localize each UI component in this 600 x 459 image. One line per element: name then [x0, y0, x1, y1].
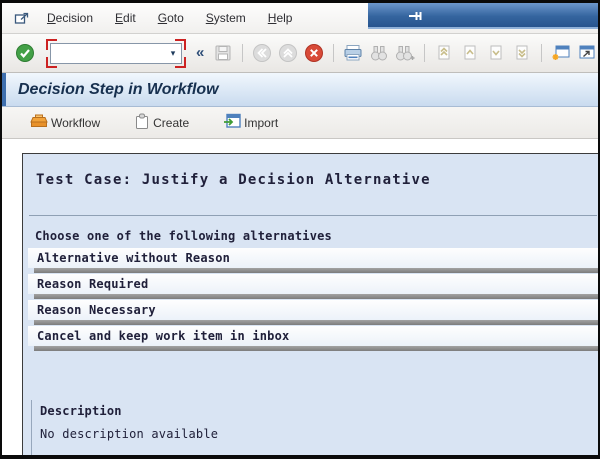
find-icon: [368, 41, 390, 65]
import-button[interactable]: Import: [217, 110, 284, 135]
toolbar-separator: [333, 44, 335, 62]
window-body: Decision Edit Goto System Help ▾ « Decis…: [2, 3, 598, 455]
back-icon: [251, 41, 273, 65]
workflow-button-label: Workflow: [51, 115, 101, 130]
new-session-icon[interactable]: [550, 41, 572, 65]
workflow-icon: [30, 113, 48, 132]
menu-goto[interactable]: Goto: [147, 7, 195, 29]
heading-divider: [29, 215, 597, 216]
theme-band: [306, 3, 598, 29]
enter-icon[interactable]: [14, 41, 36, 65]
standard-toolbar: ▾ «: [2, 34, 598, 73]
decision-frame: Test Case: Justify a Decision Alternativ…: [22, 153, 598, 455]
menu-help[interactable]: Help: [257, 7, 304, 29]
alternative-row[interactable]: Reason Required: [28, 274, 598, 299]
alternative-option-3[interactable]: Reason Necessary: [28, 300, 598, 320]
dock-pin-icon: [408, 9, 424, 27]
toolbar-separator: [541, 44, 543, 62]
find-next-icon: [394, 41, 416, 65]
content-area: Test Case: Justify a Decision Alternativ…: [2, 139, 598, 455]
application-toolbar: Workflow Create Import: [2, 107, 598, 139]
row-shadow: [34, 346, 598, 351]
alternative-row[interactable]: Cancel and keep work item in inbox: [28, 326, 598, 351]
system-menu-icon[interactable]: [14, 11, 30, 26]
create-icon: [134, 113, 150, 133]
page-title: Decision Step in Workflow: [18, 80, 219, 98]
menu-edit[interactable]: Edit: [104, 7, 147, 29]
menu-bar: Decision Edit Goto System Help: [2, 3, 598, 34]
create-button[interactable]: Create: [128, 110, 195, 136]
alternative-option-4[interactable]: Cancel and keep work item in inbox: [28, 326, 598, 346]
menu-decision[interactable]: Decision: [36, 7, 104, 29]
alternative-row[interactable]: Reason Necessary: [28, 300, 598, 325]
print-icon[interactable]: [342, 41, 364, 65]
import-icon: [223, 113, 241, 132]
collapse-icon[interactable]: «: [196, 44, 204, 61]
save-icon: [212, 41, 234, 65]
row-shadow: [34, 268, 598, 273]
alternatives-prompt: Choose one of the following alternatives: [35, 229, 332, 243]
last-page-icon: [511, 41, 533, 65]
description-text: No description available: [40, 427, 219, 441]
previous-page-icon: [459, 41, 481, 65]
row-shadow: [34, 320, 598, 325]
command-field-box: ▾: [50, 42, 182, 64]
description-label: Description: [40, 404, 122, 418]
exit-icon: [277, 41, 299, 65]
toolbar-separator: [242, 44, 244, 62]
create-button-label: Create: [153, 115, 190, 130]
shortcut-icon[interactable]: [576, 41, 598, 65]
import-button-label: Import: [244, 115, 279, 130]
workflow-button[interactable]: Workflow: [24, 110, 106, 135]
alternatives-list: Alternative without Reason Reason Requir…: [28, 248, 598, 351]
row-shadow: [34, 294, 598, 299]
alternative-option-1[interactable]: Alternative without Reason: [28, 248, 598, 268]
description-section: Description No description available: [31, 400, 598, 455]
alternative-row[interactable]: Alternative without Reason: [28, 248, 598, 273]
decision-heading: Test Case: Justify a Decision Alternativ…: [36, 172, 431, 188]
highlight-brackets: ▾: [46, 38, 186, 68]
cancel-icon[interactable]: [303, 41, 325, 65]
toolbar-separator: [424, 44, 426, 62]
first-page-icon: [433, 41, 455, 65]
sap-gui-window: Decision Edit Goto System Help ▾ « Decis…: [0, 0, 600, 459]
command-field[interactable]: [51, 45, 165, 61]
next-page-icon: [485, 41, 507, 65]
alternative-option-2[interactable]: Reason Required: [28, 274, 598, 294]
title-bar: Decision Step in Workflow: [2, 73, 598, 107]
menu-system[interactable]: System: [195, 7, 257, 29]
